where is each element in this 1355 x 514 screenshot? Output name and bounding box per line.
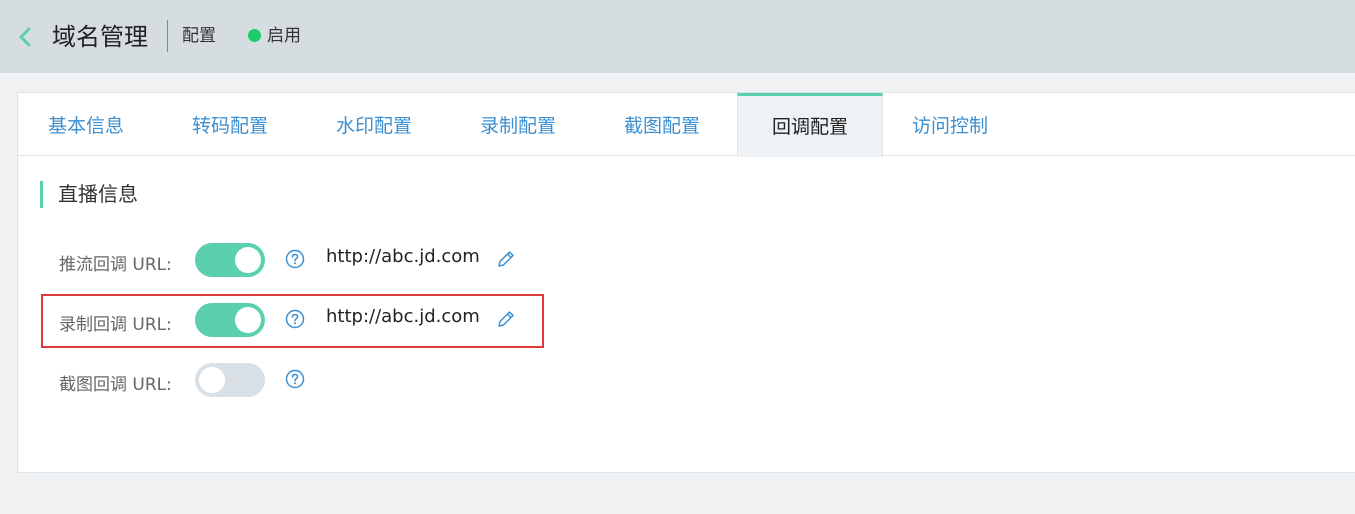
tab-callback-config[interactable]: 回调配置 (737, 93, 883, 157)
tab-watermark-config[interactable]: 水印配置 (336, 93, 412, 156)
tab-basic-info[interactable]: 基本信息 (48, 93, 124, 156)
tab-bar: 基本信息 转码配置 水印配置 录制配置 截图配置 回调配置 访问控制 (18, 93, 1355, 157)
tab-recording-config[interactable]: 录制配置 (480, 93, 556, 156)
pencil-icon[interactable] (496, 249, 516, 269)
snapshot-callback-label: 截图回调 URL: (59, 375, 172, 395)
config-panel: 基本信息 转码配置 水印配置 录制配置 截图配置 回调配置 访问控制 直播信息 … (17, 92, 1355, 473)
push-callback-url: http://abc.jd.com (326, 246, 480, 267)
tab-transcode-config[interactable]: 转码配置 (192, 93, 268, 156)
toggle-knob (199, 367, 225, 393)
breadcrumb-config: 配置 (182, 26, 216, 46)
push-callback-label: 推流回调 URL: (59, 255, 172, 275)
highlight-box (41, 294, 544, 348)
question-circle-icon[interactable] (285, 249, 305, 269)
top-header: 域名管理 配置 启用 (0, 0, 1355, 73)
status-dot-icon (248, 29, 261, 42)
header-divider (167, 20, 168, 52)
status-label: 启用 (267, 26, 301, 46)
toggle-knob (235, 247, 261, 273)
section-accent-bar (40, 181, 43, 208)
snapshot-callback-toggle[interactable] (195, 363, 265, 397)
question-circle-icon[interactable] (285, 369, 305, 389)
back-chevron-icon[interactable] (14, 24, 38, 50)
tab-snapshot-config[interactable]: 截图配置 (624, 93, 700, 156)
page-title: 域名管理 (52, 23, 148, 51)
push-callback-toggle[interactable] (195, 243, 265, 277)
tab-access-control[interactable]: 访问控制 (912, 93, 988, 156)
section-title: 直播信息 (58, 182, 138, 206)
